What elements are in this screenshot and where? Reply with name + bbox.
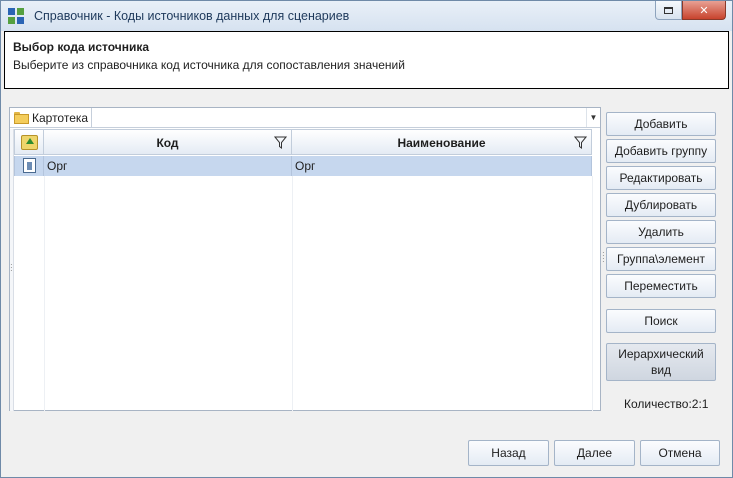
- table-row[interactable]: Орг Орг: [14, 156, 592, 176]
- edit-button[interactable]: Редактировать: [606, 166, 716, 190]
- hierarchical-view-label-2: вид: [650, 363, 672, 377]
- splitter-grip-left[interactable]: · · ·: [10, 261, 13, 275]
- duplicate-button[interactable]: Дублировать: [606, 193, 716, 217]
- dialog-window: Справочник - Коды источников данных для …: [0, 0, 733, 478]
- data-table: Код Наименование Орг Орг: [14, 129, 596, 411]
- folder-icon: [14, 111, 29, 124]
- add-button[interactable]: Добавить: [606, 112, 716, 136]
- cell-code[interactable]: Орг: [44, 156, 292, 176]
- column-header-code[interactable]: Код: [44, 129, 292, 155]
- back-button[interactable]: Назад: [468, 440, 549, 466]
- column-header-name[interactable]: Наименование: [292, 129, 592, 155]
- next-button[interactable]: Далее: [554, 440, 635, 466]
- delete-button[interactable]: Удалить: [606, 220, 716, 244]
- filter-icon[interactable]: [574, 136, 587, 149]
- add-group-button[interactable]: Добавить группу: [606, 139, 716, 163]
- search-button[interactable]: Поиск: [606, 309, 716, 333]
- window-title: Справочник - Коды источников данных для …: [34, 9, 350, 23]
- grid-line: [592, 176, 593, 411]
- group-element-button[interactable]: Группа\элемент: [606, 247, 716, 271]
- header-title: Выбор кода источника: [13, 40, 150, 54]
- restore-icon: [664, 6, 673, 14]
- path-label: Картотека: [32, 107, 93, 128]
- close-icon: ✕: [699, 4, 709, 17]
- catalog-grid: Картотека ▼ Код Наименование Орг Орг: [9, 107, 601, 411]
- app-icon: [8, 7, 26, 25]
- splitter-grip[interactable]: · · · ·: [602, 249, 605, 266]
- grid-line: [44, 176, 45, 411]
- cancel-button[interactable]: Отмена: [640, 440, 720, 466]
- header-description: Выберите из справочника код источника дл…: [13, 58, 405, 72]
- cell-name[interactable]: Орг: [292, 156, 592, 176]
- close-button[interactable]: ✕: [682, 1, 726, 20]
- hierarchical-view-label-1: Иерархический: [618, 347, 704, 361]
- element-icon: [23, 158, 36, 173]
- row-type-cell: [14, 156, 44, 176]
- column-header-code-label: Код: [156, 136, 179, 150]
- level-up-icon: [21, 135, 38, 150]
- header-panel: Выбор кода источника Выберите из справоч…: [4, 31, 729, 89]
- title-bar[interactable]: Справочник - Коды источников данных для …: [1, 1, 732, 31]
- move-button[interactable]: Переместить: [606, 274, 716, 298]
- record-count: Количество:2:1: [624, 397, 709, 411]
- level-up-header[interactable]: [14, 129, 44, 155]
- grid-line: [292, 176, 293, 411]
- filter-icon[interactable]: [274, 136, 287, 149]
- dropdown-arrow-icon[interactable]: ▼: [586, 108, 600, 127]
- restore-button[interactable]: [655, 1, 682, 20]
- hierarchical-view-button[interactable]: Иерархический вид: [606, 343, 716, 381]
- column-header-name-label: Наименование: [397, 136, 486, 150]
- path-selector[interactable]: Картотека ▼: [10, 107, 600, 128]
